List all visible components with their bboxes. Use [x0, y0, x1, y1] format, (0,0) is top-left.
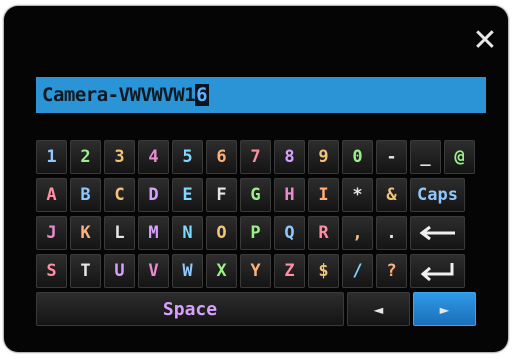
left-arrow-key[interactable]: ◄	[347, 292, 410, 326]
key-d[interactable]: D	[138, 178, 169, 212]
key-z[interactable]: Z	[274, 254, 305, 288]
key-h[interactable]: H	[274, 178, 305, 212]
key-c[interactable]: C	[104, 178, 135, 212]
key-s[interactable]: S	[36, 254, 67, 288]
key-l[interactable]: L	[104, 216, 135, 250]
key-5[interactable]: 5	[172, 140, 203, 174]
key-e[interactable]: E	[172, 178, 203, 212]
on-screen-keyboard-dialog: ✕ Camera-VWVWVW1 6 1 2 3 4 5 6 7 8 9 0 - …	[4, 6, 508, 352]
key-asterisk[interactable]: *	[342, 178, 373, 212]
key-6[interactable]: 6	[206, 140, 237, 174]
keyboard-row-3: J K L M N O P Q R , .	[36, 216, 486, 250]
keyboard: 1 2 3 4 5 6 7 8 9 0 - _ @ A B C D E F G …	[36, 140, 486, 330]
key-7[interactable]: 7	[240, 140, 271, 174]
keyboard-row-1: 1 2 3 4 5 6 7 8 9 0 - _ @	[36, 140, 486, 174]
key-b[interactable]: B	[70, 178, 101, 212]
key-ampersand[interactable]: &	[376, 178, 407, 212]
space-key[interactable]: Space	[36, 292, 344, 326]
key-underscore[interactable]: _	[410, 140, 441, 174]
key-v[interactable]: V	[138, 254, 169, 288]
key-dollar[interactable]: $	[308, 254, 339, 288]
left-arrow-icon: ◄	[373, 299, 384, 319]
right-arrow-key[interactable]: ►	[413, 292, 476, 326]
enter-icon	[419, 261, 457, 281]
caps-key[interactable]: Caps	[410, 178, 465, 212]
key-x[interactable]: X	[206, 254, 237, 288]
key-9[interactable]: 9	[308, 140, 339, 174]
right-arrow-icon: ►	[439, 299, 450, 319]
keyboard-row-4: S T U V W X Y Z $ / ?	[36, 254, 486, 288]
close-icon[interactable]: ✕	[470, 26, 500, 56]
key-minus[interactable]: -	[376, 140, 407, 174]
backspace-icon	[419, 225, 457, 241]
key-p[interactable]: P	[240, 216, 271, 250]
key-question[interactable]: ?	[376, 254, 407, 288]
key-r[interactable]: R	[308, 216, 339, 250]
key-w[interactable]: W	[172, 254, 203, 288]
text-caret: 6	[195, 84, 209, 106]
key-comma[interactable]: ,	[342, 216, 373, 250]
key-2[interactable]: 2	[70, 140, 101, 174]
key-i[interactable]: I	[308, 178, 339, 212]
key-8[interactable]: 8	[274, 140, 305, 174]
key-k[interactable]: K	[70, 216, 101, 250]
input-text: Camera-VWVWVW1	[42, 84, 196, 106]
key-at[interactable]: @	[444, 140, 475, 174]
keyboard-row-5: Space ◄ ►	[36, 292, 486, 326]
key-q[interactable]: Q	[274, 216, 305, 250]
key-m[interactable]: M	[138, 216, 169, 250]
key-y[interactable]: Y	[240, 254, 271, 288]
key-1[interactable]: 1	[36, 140, 67, 174]
key-4[interactable]: 4	[138, 140, 169, 174]
key-period[interactable]: .	[376, 216, 407, 250]
key-o[interactable]: O	[206, 216, 237, 250]
key-0[interactable]: 0	[342, 140, 373, 174]
text-input-field[interactable]: Camera-VWVWVW1 6	[36, 77, 486, 113]
key-3[interactable]: 3	[104, 140, 135, 174]
key-u[interactable]: U	[104, 254, 135, 288]
backspace-key[interactable]	[410, 216, 465, 250]
keyboard-row-2: A B C D E F G H I * & Caps	[36, 178, 486, 212]
key-j[interactable]: J	[36, 216, 67, 250]
enter-key[interactable]	[410, 254, 465, 288]
key-a[interactable]: A	[36, 178, 67, 212]
key-slash[interactable]: /	[342, 254, 373, 288]
key-t[interactable]: T	[70, 254, 101, 288]
key-n[interactable]: N	[172, 216, 203, 250]
key-g[interactable]: G	[240, 178, 271, 212]
key-f[interactable]: F	[206, 178, 237, 212]
